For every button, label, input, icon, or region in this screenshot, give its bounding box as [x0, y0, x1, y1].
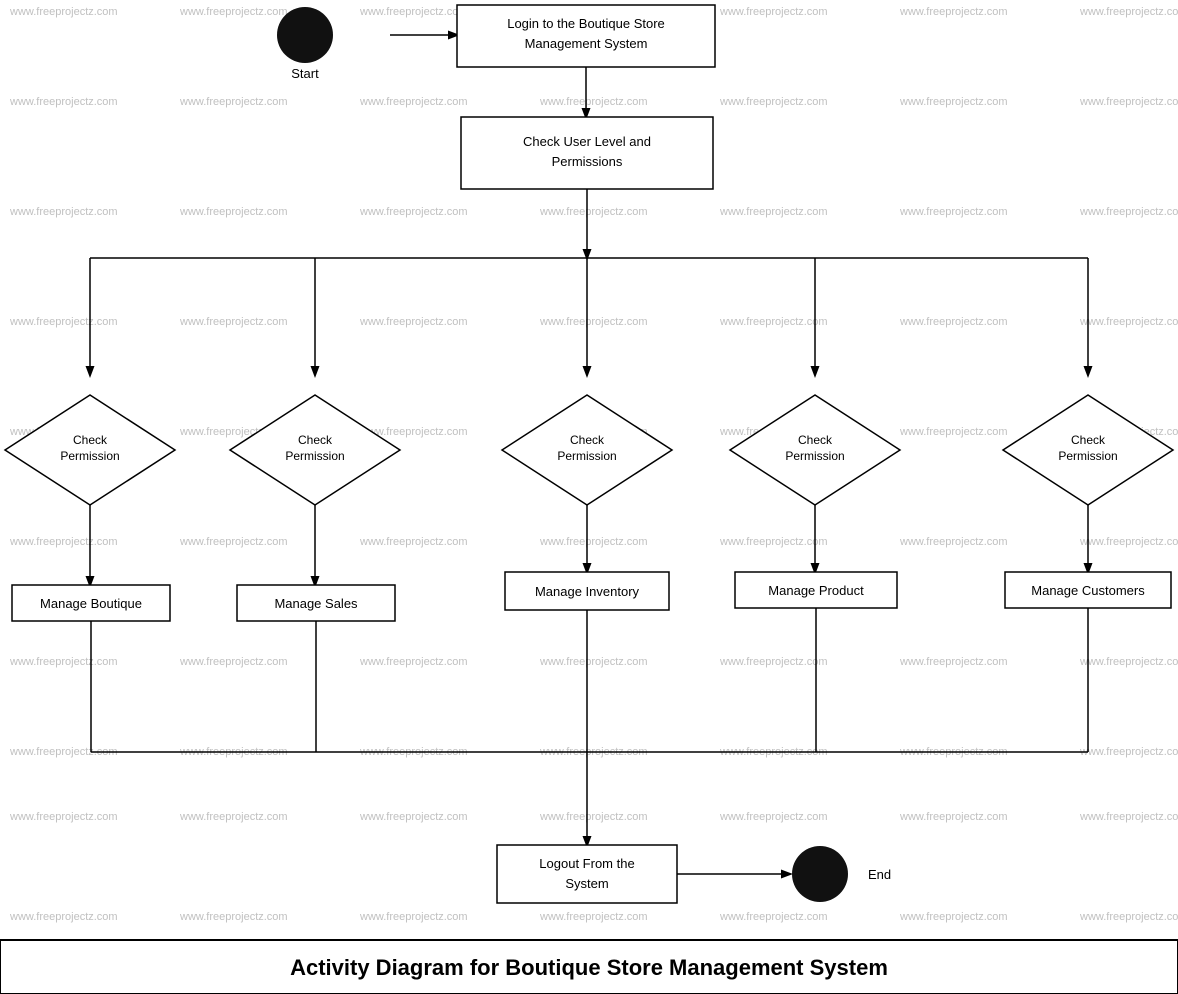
logout-line2: System — [565, 876, 608, 891]
svg-text:www.freeprojectz.com: www.freeprojectz.com — [9, 911, 118, 923]
svg-text:www.freeprojectz.com: www.freeprojectz.com — [899, 96, 1008, 108]
svg-text:www.freeprojectz.com: www.freeprojectz.com — [1079, 96, 1178, 108]
svg-text:www.freeprojectz.com: www.freeprojectz.com — [359, 206, 468, 218]
end-label: End — [868, 867, 891, 882]
svg-text:www.freeprojectz.com: www.freeprojectz.com — [1079, 536, 1178, 548]
svg-text:www.freeprojectz.com: www.freeprojectz.com — [719, 811, 828, 823]
diamond1-line2: Permission — [60, 449, 119, 463]
svg-text:www.freeprojectz.com: www.freeprojectz.com — [179, 536, 288, 548]
svg-text:www.freeprojectz.com: www.freeprojectz.com — [899, 536, 1008, 548]
svg-text:www.freeprojectz.com: www.freeprojectz.com — [539, 316, 648, 328]
svg-text:www.freeprojectz.com: www.freeprojectz.com — [359, 811, 468, 823]
login-text-line2: Management System — [525, 36, 648, 51]
svg-text:www.freeprojectz.com: www.freeprojectz.com — [359, 6, 468, 18]
svg-text:www.freeprojectz.com: www.freeprojectz.com — [1079, 746, 1178, 758]
diamond1-line1: Check — [73, 433, 108, 447]
logout-line1: Logout From the — [539, 856, 634, 871]
svg-text:www.freeprojectz.com: www.freeprojectz.com — [539, 911, 648, 923]
end-circle — [792, 846, 848, 902]
svg-text:www.freeprojectz.com: www.freeprojectz.com — [899, 316, 1008, 328]
svg-text:www.freeprojectz.com: www.freeprojectz.com — [899, 811, 1008, 823]
diamond2-line1: Check — [298, 433, 333, 447]
svg-text:www.freeprojectz.com: www.freeprojectz.com — [719, 316, 828, 328]
svg-text:www.freeprojectz.com: www.freeprojectz.com — [359, 316, 468, 328]
svg-text:www.freeprojectz.com: www.freeprojectz.com — [179, 911, 288, 923]
manage-boutique-label: Manage Boutique — [40, 596, 142, 611]
svg-text:www.freeprojectz.com: www.freeprojectz.com — [899, 6, 1008, 18]
svg-text:www.freeprojectz.com: www.freeprojectz.com — [539, 206, 648, 218]
svg-text:www.freeprojectz.com: www.freeprojectz.com — [9, 316, 118, 328]
svg-text:www.freeprojectz.com: www.freeprojectz.com — [359, 911, 468, 923]
svg-text:www.freeprojectz.com: www.freeprojectz.com — [539, 536, 648, 548]
svg-text:www.freeprojectz.com: www.freeprojectz.com — [1079, 811, 1178, 823]
svg-text:www.freeprojectz.com: www.freeprojectz.com — [9, 656, 118, 668]
svg-text:www.freeprojectz.com: www.freeprojectz.com — [899, 426, 1008, 438]
logout-box — [497, 845, 677, 903]
svg-text:www.freeprojectz.com: www.freeprojectz.com — [719, 656, 828, 668]
check-user-line1: Check User Level and — [523, 134, 651, 149]
svg-text:www.freeprojectz.com: www.freeprojectz.com — [719, 206, 828, 218]
svg-text:www.freeprojectz.com: www.freeprojectz.com — [359, 656, 468, 668]
svg-text:www.freeprojectz.com: www.freeprojectz.com — [899, 911, 1008, 923]
svg-text:www.freeprojectz.com: www.freeprojectz.com — [899, 656, 1008, 668]
svg-text:www.freeprojectz.com: www.freeprojectz.com — [179, 811, 288, 823]
svg-text:www.freeprojectz.com: www.freeprojectz.com — [539, 656, 648, 668]
diamond3-line2: Permission — [557, 449, 616, 463]
svg-text:www.freeprojectz.com: www.freeprojectz.com — [719, 911, 828, 923]
svg-text:www.freeprojectz.com: www.freeprojectz.com — [899, 206, 1008, 218]
start-circle — [277, 7, 333, 63]
diamond5-line2: Permission — [1058, 449, 1117, 463]
diamond5-line1: Check — [1071, 433, 1106, 447]
svg-text:www.freeprojectz.com: www.freeprojectz.com — [539, 96, 648, 108]
svg-text:www.freeprojectz.com: www.freeprojectz.com — [1079, 206, 1178, 218]
diamond4-line2: Permission — [785, 449, 844, 463]
svg-text:www.freeprojectz.com: www.freeprojectz.com — [179, 96, 288, 108]
manage-customers-label: Manage Customers — [1031, 583, 1145, 598]
start-label: Start — [291, 66, 319, 81]
check-user-line2: Permissions — [552, 154, 623, 169]
manage-inventory-label: Manage Inventory — [535, 584, 640, 599]
svg-text:www.freeprojectz.com: www.freeprojectz.com — [9, 536, 118, 548]
diagram-title: Activity Diagram for Boutique Store Mana… — [290, 955, 888, 980]
check-user-level-box — [461, 117, 713, 189]
svg-text:www.freeprojectz.com: www.freeprojectz.com — [359, 96, 468, 108]
svg-text:www.freeprojectz.com: www.freeprojectz.com — [1079, 656, 1178, 668]
svg-text:www.freeprojectz.com: www.freeprojectz.com — [9, 206, 118, 218]
diamond4-line1: Check — [798, 433, 833, 447]
svg-text:www.freeprojectz.com: www.freeprojectz.com — [539, 811, 648, 823]
svg-text:www.freeprojectz.com: www.freeprojectz.com — [719, 96, 828, 108]
svg-text:www.freeprojectz.com: www.freeprojectz.com — [359, 536, 468, 548]
svg-text:www.freeprojectz.com: www.freeprojectz.com — [9, 811, 118, 823]
svg-text:www.freeprojectz.com: www.freeprojectz.com — [179, 6, 288, 18]
svg-text:www.freeprojectz.com: www.freeprojectz.com — [719, 536, 828, 548]
svg-text:www.freeprojectz.com: www.freeprojectz.com — [1079, 316, 1178, 328]
diagram-svg: www.freeprojectz.com www.freeprojectz.co… — [0, 0, 1178, 994]
svg-text:www.freeprojectz.com: www.freeprojectz.com — [179, 316, 288, 328]
svg-text:www.freeprojectz.com: www.freeprojectz.com — [719, 6, 828, 18]
svg-text:www.freeprojectz.com: www.freeprojectz.com — [1079, 6, 1178, 18]
svg-text:www.freeprojectz.com: www.freeprojectz.com — [1079, 911, 1178, 923]
diamond2-line2: Permission — [285, 449, 344, 463]
svg-text:www.freeprojectz.com: www.freeprojectz.com — [9, 96, 118, 108]
diamond3-line1: Check — [570, 433, 605, 447]
svg-text:www.freeprojectz.com: www.freeprojectz.com — [179, 206, 288, 218]
login-text-line1: Login to the Boutique Store — [507, 16, 665, 31]
svg-text:www.freeprojectz.com: www.freeprojectz.com — [9, 6, 118, 18]
manage-sales-label: Manage Sales — [274, 596, 358, 611]
svg-text:www.freeprojectz.com: www.freeprojectz.com — [179, 656, 288, 668]
manage-product-label: Manage Product — [768, 583, 864, 598]
